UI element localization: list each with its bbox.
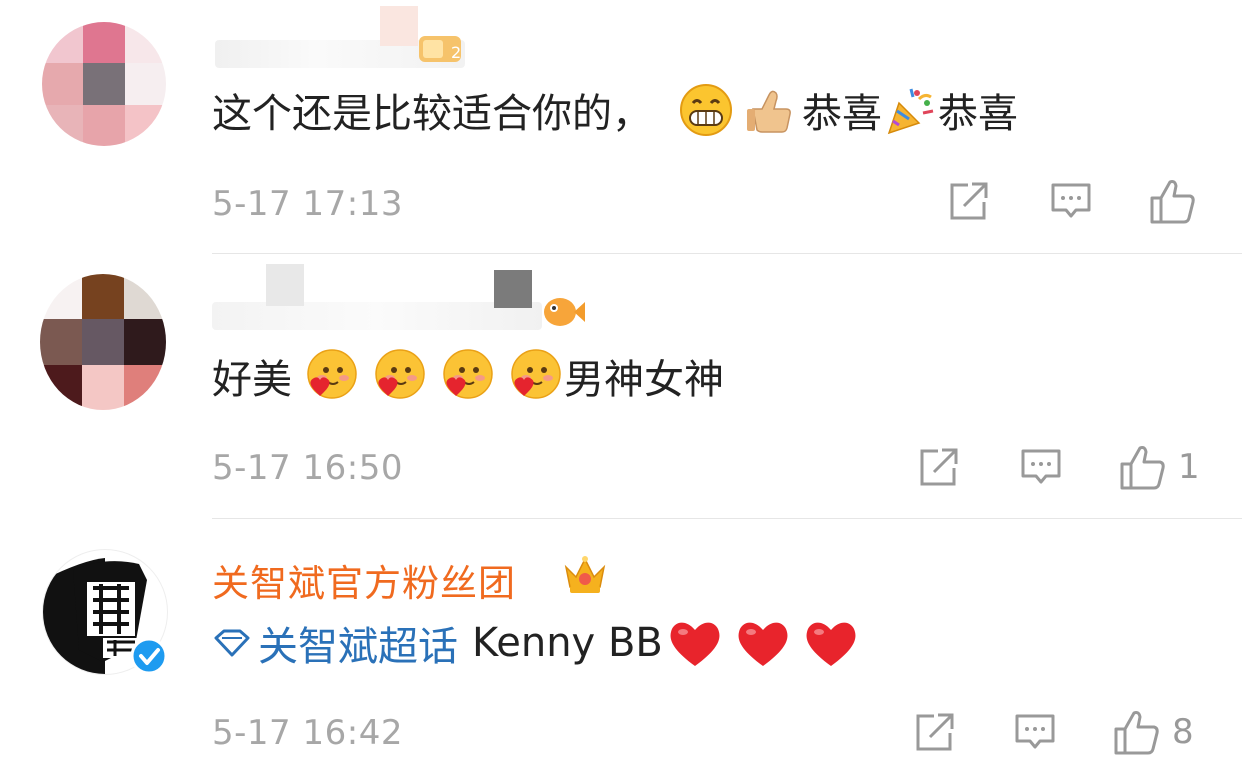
obscured-username-block [380,6,418,46]
obscured-username-block [494,270,532,308]
comment-item: 2 这个还是比较适合你的， 恭喜 恭喜 5-17 17:13 [0,0,1242,254]
comment-icon [1021,449,1061,484]
comment-body: 这个还是比较适合你的， 恭喜 恭喜 [212,80,1018,140]
thumbs-up-icon [1114,711,1159,755]
comment-text: Kenny BB [472,620,663,666]
username[interactable]: 关智斌官方粉丝团 [212,553,516,607]
fish-badge-icon [540,292,586,332]
comment-time: 5-17 16:42 [212,713,403,753]
comment-text-tail: 男神女神 [564,357,724,403]
like-button[interactable]: 1 [1118,444,1200,490]
like-button[interactable] [1148,178,1196,224]
repost-icon [920,448,958,486]
comment-text: 这个还是比较适合你的， [212,91,652,137]
comment-body: 好美 男神女神 [212,346,724,406]
repost-button[interactable] [912,711,956,755]
grinning-emoji-icon [678,82,734,138]
comment-time: 5-17 17:13 [212,184,403,224]
comment-item: 关智斌官方粉丝团 关智斌超话 Kenny BB 5-17 16:42 8 [0,519,1242,766]
comment-text-tail: 恭喜 [802,91,882,137]
comment-body: 关智斌超话 Kenny BB [212,613,865,673]
red-heart-emoji-icon [667,615,723,671]
thumbs-up-icon [1150,180,1195,224]
thumbs-up-emoji-icon [740,82,796,138]
repost-icon [916,713,954,751]
heart-kiss-emoji-icon [302,348,358,404]
heart-kiss-emoji-icon [370,348,426,404]
party-popper-emoji-icon [882,82,938,138]
reply-button[interactable] [1050,182,1092,222]
verified-badge-icon [130,637,168,675]
crown-badge-icon [562,553,608,595]
reply-button[interactable] [1014,713,1056,753]
repost-button[interactable] [916,446,960,490]
obscured-username[interactable] [212,302,542,330]
like-button[interactable]: 8 [1112,709,1194,755]
repost-button[interactable] [946,180,990,224]
red-heart-emoji-icon [803,615,859,671]
like-count: 8 [1172,712,1194,752]
obscured-username-block [266,264,304,306]
avatar[interactable] [42,22,166,146]
thumbs-up-icon [1120,446,1165,490]
avatar[interactable] [40,274,166,410]
reply-button[interactable] [1020,448,1062,488]
comment-item: 好美 男神女神 5-17 16:50 1 [0,254,1242,519]
repost-icon [950,182,988,220]
red-heart-emoji-icon [735,615,791,671]
svg-text:2: 2 [451,43,461,62]
comment-time: 5-17 16:50 [212,448,403,488]
topic-label: 关智斌超话 [258,624,458,670]
comment-icon [1051,183,1091,218]
heart-kiss-emoji-icon [506,348,562,404]
comment-icon [1015,714,1055,749]
topic-link[interactable]: 关智斌超话 [212,614,458,672]
comment-text: 好美 [212,357,292,403]
comment-text-tail-2: 恭喜 [938,91,1018,137]
level-badge-icon: 2 [415,30,465,66]
like-count: 1 [1178,447,1200,487]
heart-kiss-emoji-icon [438,348,494,404]
diamond-icon [214,629,250,657]
